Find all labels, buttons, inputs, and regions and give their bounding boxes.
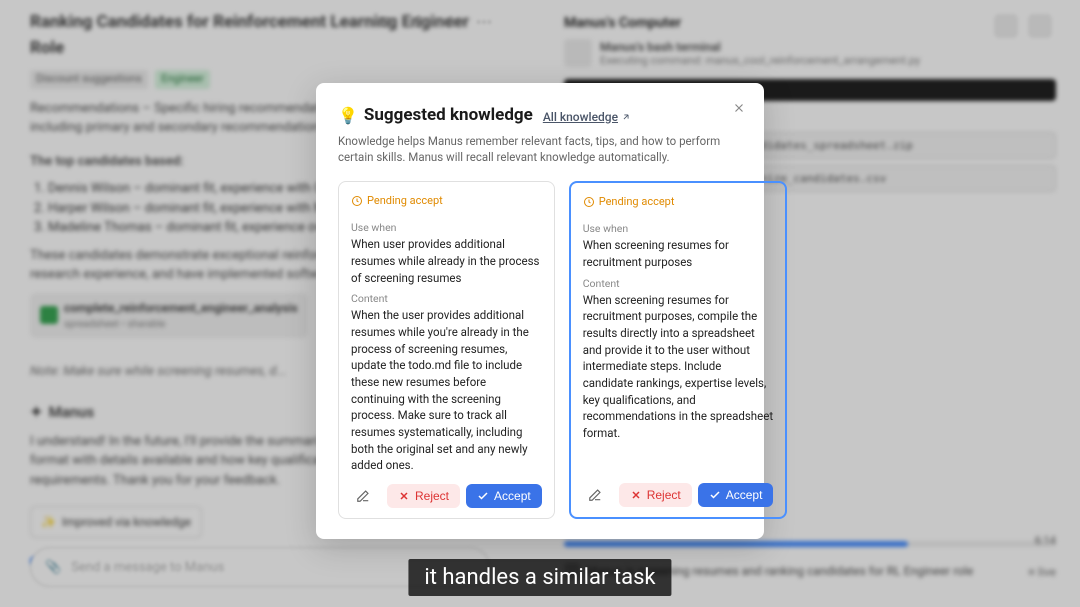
modal-title: 💡 Suggested knowledge [338, 105, 533, 125]
edit-button[interactable] [351, 484, 375, 508]
use-when-label: Use when [583, 222, 774, 235]
video-caption: it handles a similar task [408, 559, 671, 596]
pending-badge: Pending accept [351, 194, 542, 207]
lightbulb-icon: 💡 [338, 106, 358, 125]
reject-button[interactable]: Reject [619, 483, 692, 507]
use-when-text: When user provides additional resumes wh… [351, 236, 542, 286]
modal-description: Knowledge helps Manus remember relevant … [338, 133, 742, 165]
content-text: When screening resumes for recruitment p… [583, 292, 774, 442]
close-button[interactable] [728, 97, 750, 119]
suggested-knowledge-modal: 💡 Suggested knowledge All knowledge Know… [316, 83, 764, 539]
knowledge-card: Pending accept Use when When user provid… [338, 181, 555, 519]
content-label: Content [351, 292, 542, 305]
content-text: When the user provides additional resume… [351, 307, 542, 474]
knowledge-card-active: Pending accept Use when When screening r… [569, 181, 788, 519]
all-knowledge-link[interactable]: All knowledge [543, 110, 631, 124]
use-when-label: Use when [351, 221, 542, 234]
modal-overlay: 💡 Suggested knowledge All knowledge Know… [0, 0, 1080, 607]
content-label: Content [583, 277, 774, 290]
edit-button[interactable] [583, 483, 607, 507]
use-when-text: When screening resumes for recruitment p… [583, 237, 774, 270]
accept-button[interactable]: Accept [466, 484, 542, 508]
pending-badge: Pending accept [583, 195, 774, 208]
reject-button[interactable]: Reject [387, 484, 460, 508]
knowledge-cards: Pending accept Use when When user provid… [338, 181, 742, 519]
accept-button[interactable]: Accept [698, 483, 774, 507]
